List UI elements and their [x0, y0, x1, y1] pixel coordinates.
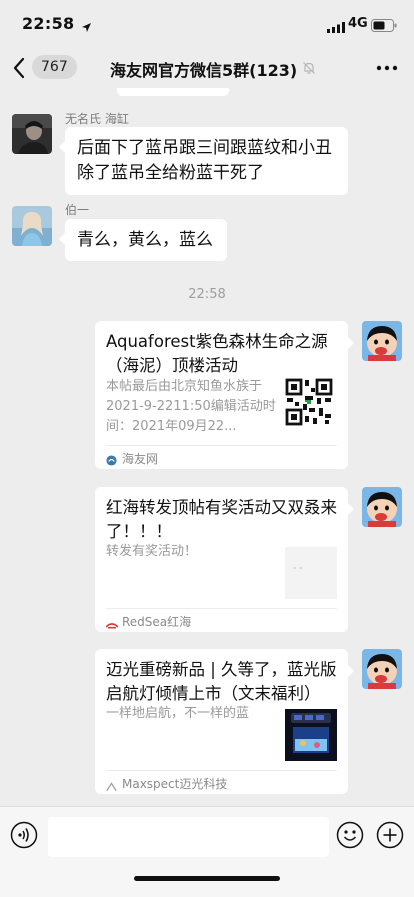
card-description: 本帖最后由北京知鱼水族于2021-9-2211:50编辑活动时间：2021年09…	[106, 379, 276, 434]
card-divider	[106, 770, 337, 771]
card-source: 海友网	[122, 452, 159, 466]
card-title: 迈光重磅新品 | 久等了，蓝光版启航灯倾情上市（文末福利）	[106, 660, 337, 703]
battery-icon	[371, 17, 397, 36]
message-bubble[interactable]: 青么，黄么，蓝么	[59, 219, 227, 261]
sender-avatar[interactable]	[12, 114, 52, 154]
my-avatar[interactable]	[362, 487, 402, 527]
source-logo-icon	[105, 615, 119, 634]
aquarium-image-thumbnail	[285, 709, 337, 761]
time-divider: 22:58	[188, 287, 226, 302]
source-logo-icon	[106, 451, 117, 470]
mute-bell-icon	[302, 60, 316, 79]
my-avatar[interactable]	[362, 649, 402, 689]
card-divider	[106, 445, 337, 446]
sender-name: 无名氏 海缸	[65, 112, 129, 126]
card-description: 转发有奖活动！	[106, 544, 198, 559]
previous-message-fragment	[117, 88, 229, 96]
source-logo-icon	[106, 777, 117, 796]
back-chevron-icon[interactable]	[12, 57, 26, 83]
card-source: Maxspect迈光科技	[122, 777, 228, 791]
more-options-icon[interactable]	[376, 58, 398, 82]
message-bubble[interactable]: 后面下了蓝吊跟三间跟蓝纹和小丑除了蓝吊全给粉蓝干死了	[59, 127, 348, 195]
add-attachment-icon[interactable]	[376, 821, 404, 853]
chat-title: 海友网官方微信5群(123)	[110, 61, 298, 80]
card-title: 红海转发顶帖有奖活动又双叒来了！！！	[106, 498, 337, 541]
sender-avatar[interactable]	[12, 206, 52, 246]
home-indicator	[134, 876, 280, 881]
message-input[interactable]	[48, 817, 329, 857]
unread-count-badge[interactable]: 767	[32, 55, 77, 79]
dark-image-thumbnail	[285, 547, 337, 599]
status-bar: 22:58 4G	[0, 0, 414, 48]
chat-header: 767 海友网官方微信5群(123)	[0, 48, 414, 88]
status-time: 22:58	[22, 14, 75, 33]
card-title: Aquaforest紫色森林生命之源（海泥）顶楼活动	[106, 332, 328, 375]
link-card[interactable]: Aquaforest紫色森林生命之源（海泥）顶楼活动 本帖最后由北京知鱼水族于2…	[95, 321, 354, 470]
voice-input-icon[interactable]	[10, 821, 38, 853]
signal-icon	[327, 18, 345, 37]
card-divider	[106, 608, 337, 609]
my-avatar[interactable]	[362, 321, 402, 361]
sender-name: 伯一	[65, 203, 90, 217]
qr-code-icon	[285, 378, 337, 430]
link-card[interactable]: 红海转发顶帖有奖活动又双叒来了！！！ 转发有奖活动！ RedSea红海	[95, 487, 354, 634]
network-type: 4G	[348, 16, 368, 31]
location-arrow-icon	[82, 17, 91, 36]
emoji-icon[interactable]	[336, 821, 364, 853]
input-bar	[0, 806, 414, 897]
card-source: RedSea红海	[122, 615, 192, 629]
card-description: 一样地启航，不一样的蓝	[106, 706, 250, 721]
link-card[interactable]: 迈光重磅新品 | 久等了，蓝光版启航灯倾情上市（文末福利） 一样地启航，不一样的…	[95, 649, 354, 796]
